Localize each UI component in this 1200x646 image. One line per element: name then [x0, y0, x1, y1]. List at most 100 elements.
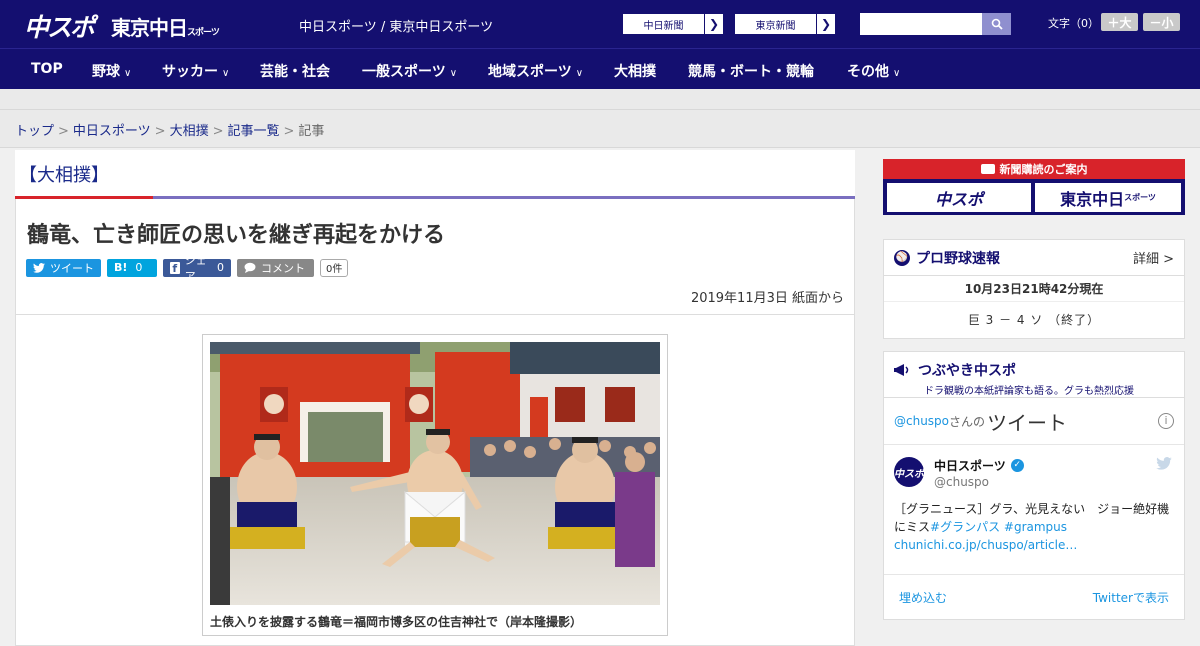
nav-label: 芸能・社会 — [260, 64, 330, 80]
subscription-title-text: 新聞購読のご案内 — [999, 163, 1088, 176]
breadcrumb-chunichi-sports[interactable]: 中日スポーツ — [73, 124, 151, 139]
baseball-widget-title: プロ野球速報 — [916, 250, 1000, 267]
tweets-heading: ツイート — [987, 410, 1068, 435]
nav-label: 競馬・ボート・競輪 — [688, 64, 814, 80]
tweet-author-name[interactable]: 中日スポーツ ✓ — [934, 457, 1024, 474]
baseball-scores-widget: ⚾ プロ野球速報 詳細 > 10月23日21時42分現在 巨 3 － 4 ソ （… — [883, 239, 1185, 339]
twitter-widget-header: つぶやき中スポ ドラ観戦の本紙評論家も語る。グラも熱烈応援 — [884, 352, 1184, 398]
article-photo-area: 土俵入りを披露する鶴竜＝福岡市博多区の住吉神社で（岸本隆撮影） — [16, 315, 854, 645]
nav-item-baseball[interactable]: 野球 ∨ — [92, 61, 131, 81]
twitter-widget-footer: 埋め込む Twitterで表示 — [884, 575, 1184, 619]
score-result[interactable]: 巨 3 － 4 ソ （終了） — [884, 302, 1184, 338]
photo-frame: 土俵入りを披露する鶴竜＝福岡市博多区の住吉神社で（岸本隆撮影） — [202, 334, 668, 636]
search-input[interactable] — [860, 13, 982, 35]
handle-suffix: さんの — [949, 414, 986, 429]
breadcrumb-separator: > — [154, 124, 166, 139]
font-bigger-button[interactable]: ＋大 — [1101, 13, 1138, 31]
search-button[interactable] — [982, 13, 1011, 35]
info-icon[interactable]: i — [1158, 413, 1174, 429]
nav-item-general-sports[interactable]: 一般スポーツ ∨ — [362, 61, 457, 81]
ext-link-label: 中日新聞 — [623, 14, 705, 34]
speech-bubble-icon — [244, 262, 256, 273]
tweet-text: ［グラニュース］グラ、光見えない ジョー絶好機にミス#グランパス #grampu… — [894, 500, 1174, 554]
tweet-url-link[interactable]: chunichi.co.jp/chuspo/article… — [894, 538, 1077, 552]
breadcrumb-article-list[interactable]: 記事一覧 — [228, 124, 280, 139]
chevron-down-icon: ∨ — [893, 68, 901, 79]
site-subtitle: 中日スポーツ / 東京中日スポーツ — [299, 20, 494, 35]
main-nav: TOP 野球 ∨ サッカー ∨ 芸能・社会 一般スポーツ ∨ 地域スポーツ ∨ 大相撲 … — [0, 48, 1200, 89]
nav-item-local-sports[interactable]: 地域スポーツ ∨ — [488, 61, 583, 81]
chevron-right-icon: ❯ — [708, 17, 720, 31]
twitter-timeline-header: @chuspo さんの ツイート i — [884, 398, 1184, 445]
ext-link-label: 東京新聞 — [735, 14, 817, 34]
twitter-bird-icon[interactable] — [1156, 457, 1172, 470]
hatena-bookmark-button[interactable]: B! 0 — [107, 258, 157, 277]
twitter-handle-link[interactable]: @chuspo — [894, 414, 949, 428]
tweet-author-label: 中日スポーツ — [934, 459, 1006, 473]
chevron-right-icon: ❯ — [820, 17, 832, 31]
nav-item-other[interactable]: その他 ∨ — [847, 61, 900, 81]
tokyo-chunichi-logo[interactable]: 東京中日スポーツ — [111, 12, 220, 41]
tokyo-shimbun-link[interactable]: 東京新聞 ❯ — [734, 13, 836, 35]
comment-button[interactable]: コメント — [237, 258, 314, 277]
twitter-widget-subtitle: ドラ観戦の本紙評論家も語る。グラも熱烈応援 — [924, 386, 1134, 397]
twitter-bird-icon — [33, 262, 45, 273]
baseball-details-link[interactable]: 詳細 > — [1133, 248, 1174, 267]
nav-label: サッカー — [162, 64, 218, 80]
score-timestamp: 10月23日21時42分現在 — [884, 276, 1184, 302]
article-category[interactable]: 【大相撲】 — [15, 150, 855, 196]
photo-caption: 土俵入りを披露する鶴竜＝福岡市博多区の住吉神社で（岸本隆撮影） — [210, 615, 583, 629]
facebook-share-button[interactable]: f シェア 0 — [163, 254, 231, 283]
tweet-author-handle[interactable]: @chuspo — [934, 475, 989, 489]
share-buttons: ツイート B! 0 f シェア 0 コメント 0件 — [16, 251, 854, 283]
comment-label: コメント — [261, 261, 305, 275]
subscription-banner[interactable]: 新聞購読のご案内 中スポ 東京中日 スポーツ — [883, 159, 1185, 215]
view-on-twitter-link[interactable]: Twitterで表示 — [1093, 589, 1169, 606]
chuspo-subscribe-logo[interactable]: 中スポ — [887, 183, 1031, 212]
breadcrumb-sumo[interactable]: 大相撲 — [170, 124, 209, 139]
article-date: 2019年11月3日 紙面から — [16, 279, 854, 315]
nav-label: 大相撲 — [614, 64, 656, 80]
nav-item-entertainment[interactable]: 芸能・社会 — [260, 61, 330, 81]
comment-count: 0件 — [320, 258, 349, 277]
nav-label: 野球 — [92, 64, 120, 80]
nav-item-soccer[interactable]: サッカー ∨ — [162, 61, 229, 81]
avatar[interactable]: 中スポ — [894, 457, 924, 487]
twitter-widget: つぶやき中スポ ドラ観戦の本紙評論家も語る。グラも熱烈応援 @chuspo さん… — [883, 351, 1185, 620]
nav-item-sumo[interactable]: 大相撲 — [614, 61, 656, 81]
chevron-down-icon: ∨ — [124, 68, 132, 79]
newspaper-icon — [980, 164, 995, 174]
baseball-widget-header: ⚾ プロ野球速報 詳細 > — [884, 240, 1184, 276]
tweet-label: ツイート — [50, 261, 94, 275]
logo-tokyo-small: スポーツ — [187, 28, 220, 38]
breadcrumb-current: 記事 — [298, 124, 325, 139]
sumo-ring-entry-photo — [210, 342, 660, 605]
breadcrumb-top[interactable]: トップ — [15, 124, 54, 139]
sumo-photo[interactable] — [210, 342, 660, 605]
sidebar: 新聞購読のご案内 中スポ 東京中日 スポーツ ⚾ プロ野球速報 詳細 > 10月2… — [883, 159, 1185, 620]
hashtag-link[interactable]: #グランパス — [930, 520, 1000, 534]
logo2-text: 東京中日 — [1060, 189, 1125, 209]
article-headline: 鶴竜、亡き師匠の思いを継ぎ再起をかける — [27, 223, 446, 248]
chunichi-shimbun-link[interactable]: 中日新聞 ❯ — [622, 13, 724, 35]
nav-item-keiba[interactable]: 競馬・ボート・競輪 — [688, 61, 814, 81]
chevron-down-icon: ∨ — [449, 68, 458, 79]
baseball-icon: ⚾ — [894, 249, 910, 266]
nav-label: その他 — [847, 64, 889, 80]
nav-item-top[interactable]: TOP — [31, 61, 63, 77]
chuspo-logo[interactable]: 中スポ — [24, 8, 95, 44]
verified-badge-icon: ✓ — [1010, 459, 1024, 472]
tweet-button[interactable]: ツイート — [26, 258, 101, 277]
embed-link[interactable]: 埋め込む — [899, 589, 947, 606]
article-card: 鶴竜、亡き師匠の思いを継ぎ再起をかける ツイート B! 0 f シェア 0 コメ… — [15, 199, 855, 646]
spacer-band — [0, 89, 1200, 110]
article-main: 【大相撲】 鶴竜、亡き師匠の思いを継ぎ再起をかける ツイート B! 0 f シェ… — [15, 150, 855, 646]
nav-label: 地域スポーツ — [488, 64, 572, 80]
hashtag-link[interactable]: #grampus — [1004, 520, 1067, 534]
hatena-icon: B! — [114, 261, 128, 274]
tweet-item[interactable]: 中スポ 中日スポーツ ✓ @chuspo ［グラニュース］グラ、光見えない ジョ… — [884, 445, 1184, 575]
font-smaller-button[interactable]: －小 — [1143, 13, 1180, 31]
site-header: 中スポ 東京中日スポーツ 中日スポーツ / 東京中日スポーツ 中日新聞 ❯ 東京… — [0, 0, 1200, 48]
twitter-widget-title: つぶやき中スポ — [918, 363, 1016, 379]
tokyo-chunichi-subscribe-logo[interactable]: 東京中日 スポーツ — [1035, 183, 1181, 212]
